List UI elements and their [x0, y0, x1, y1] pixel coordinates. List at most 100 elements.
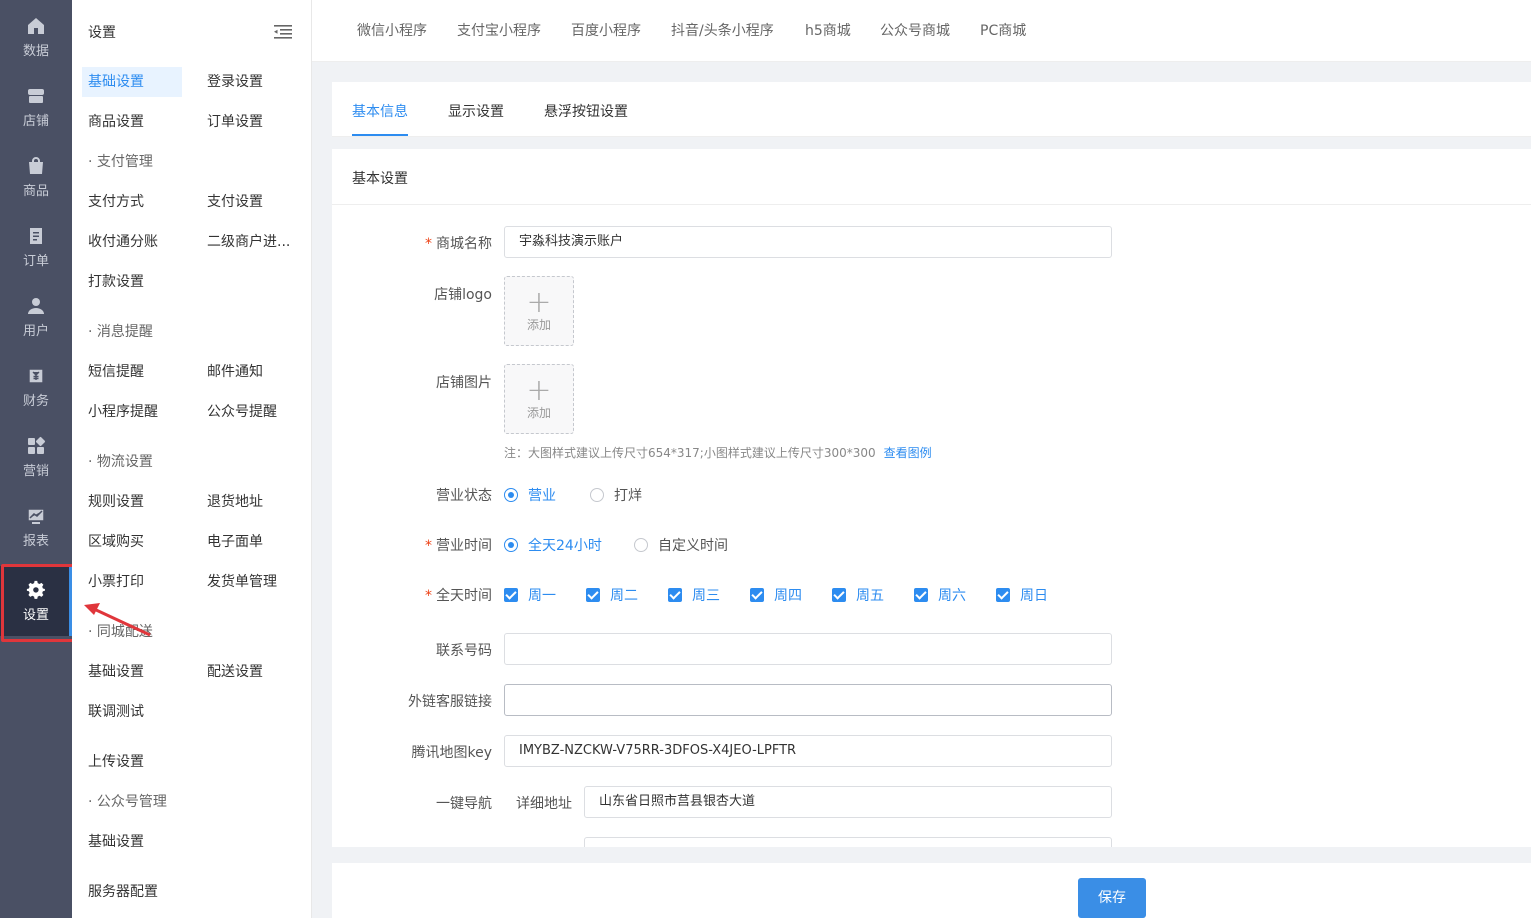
status-closed-radio[interactable]: 打烊	[590, 485, 642, 505]
submenu-item-basic-settings[interactable]: 基础设置	[82, 67, 182, 97]
mall-name-input[interactable]: 宇淼科技演示账户	[504, 226, 1112, 258]
channel-tab-pc[interactable]: PC商城	[980, 20, 1026, 40]
hours-custom-label: 自定义时间	[658, 538, 728, 554]
view-example-link[interactable]: 查看图例	[884, 446, 932, 460]
submenu-item-upload-settings[interactable]: 上传设置	[82, 747, 182, 777]
submenu-item-area-purchase[interactable]: 区域购买	[82, 527, 182, 557]
rail-item-finance[interactable]: 财务	[0, 352, 72, 422]
hours-allday-radio[interactable]: 全天24小时	[504, 535, 602, 555]
day-checkbox-sat[interactable]: 周六	[914, 585, 966, 605]
day-checkbox-fri[interactable]: 周五	[832, 585, 884, 605]
image-size-note: 注：大图样式建议上传尺寸654*317;小图样式建议上传尺寸300*300 查看图…	[504, 444, 932, 461]
rail-item-user[interactable]: 用户	[0, 282, 72, 352]
rail-item-label: 用户	[22, 323, 49, 339]
business-hours-label: * 营业时间	[425, 538, 492, 554]
logo-upload-button[interactable]: + 添加	[504, 276, 574, 346]
channel-tab-official[interactable]: 公众号商城	[880, 20, 950, 40]
rail-item-label: 店铺	[22, 113, 49, 129]
submenu-item-transfer-settings[interactable]: 打款设置	[82, 267, 182, 297]
phone-input[interactable]	[504, 633, 1112, 665]
coordinates-input[interactable]	[584, 837, 1112, 847]
channel-tab-baidu[interactable]: 百度小程序	[571, 20, 641, 40]
day-checkbox-tue[interactable]: 周二	[586, 585, 638, 605]
tab-basic-info[interactable]: 基本信息	[352, 101, 408, 121]
submenu-title: 设置	[88, 25, 116, 41]
basic-settings-panel: 基本设置 * 商城名称 宇淼科技演示账户 店铺logo + 添加 店铺图片 + 添…	[332, 149, 1531, 847]
submenu-item-product-settings[interactable]: 商品设置	[82, 107, 182, 137]
submenu-item-server-config[interactable]: 服务器配置	[82, 877, 182, 907]
radio-dot	[504, 538, 518, 552]
day-checkbox-wed[interactable]: 周三	[668, 585, 720, 605]
submenu-item-sms-reminder[interactable]: 短信提醒	[82, 357, 182, 387]
submenu-item-e-waybill[interactable]: 电子面单	[201, 527, 301, 557]
radio-dot	[634, 538, 648, 552]
channel-tab-douyin[interactable]: 抖音/头条小程序	[671, 20, 774, 40]
channel-tab-h5[interactable]: h5商城	[805, 20, 851, 40]
checkbox-box	[668, 588, 682, 602]
collapse-menu-icon[interactable]	[274, 24, 292, 40]
cs-link-input[interactable]	[504, 684, 1112, 716]
tab-display-settings[interactable]: 显示设置	[448, 101, 504, 121]
mall-name-label: * 商城名称	[425, 236, 492, 252]
upload-add-label: 添加	[526, 405, 551, 420]
status-open-radio[interactable]: 营业	[504, 485, 556, 505]
checkbox-box	[832, 588, 846, 602]
submenu-item-official-reminder[interactable]: 公众号提醒	[201, 397, 301, 427]
day-checkbox-mon[interactable]: 周一	[504, 585, 556, 605]
day-checkbox-thu[interactable]: 周四	[750, 585, 802, 605]
submenu-item-receipt-print[interactable]: 小票打印	[82, 567, 182, 597]
address-label: 详细地址	[516, 796, 572, 812]
section-title: 基本设置	[352, 171, 408, 187]
annotation-highlight-box	[1, 564, 78, 642]
day-label: 周一	[528, 588, 556, 604]
hours-custom-radio[interactable]: 自定义时间	[634, 535, 728, 555]
rail-item-marketing[interactable]: 营销	[0, 422, 72, 492]
submenu-item-official-basic[interactable]: 基础设置	[82, 827, 182, 857]
submenu-item-shipping-manage[interactable]: 发货单管理	[201, 567, 301, 597]
rail-item-data[interactable]: 数据	[0, 2, 72, 72]
submenu-item-payment-method[interactable]: 支付方式	[82, 187, 182, 217]
form-footer: 保存	[332, 863, 1531, 918]
status-open-label: 营业	[528, 488, 556, 504]
channel-tab-alipay[interactable]: 支付宝小程序	[457, 20, 541, 40]
bag-icon	[29, 156, 43, 174]
map-key-input[interactable]: IMYBZ-NZCKW-V75RR-3DFOS-X4JEO-LPFTR	[504, 735, 1112, 767]
submenu-item-login-settings[interactable]: 登录设置	[201, 67, 301, 97]
day-label: 周六	[938, 588, 966, 604]
submenu-item-sub-merchant[interactable]: 二级商户进...	[201, 227, 301, 257]
day-label: 周日	[1020, 588, 1048, 604]
rail-item-store[interactable]: 店铺	[0, 72, 72, 142]
main-nav-rail: 数据 店铺 商品 订单 用户 财务 营销 报表 设置	[0, 0, 72, 918]
channel-tab-wechat[interactable]: 微信小程序	[357, 20, 427, 40]
radio-dot	[590, 488, 604, 502]
save-button[interactable]: 保存	[1078, 878, 1146, 918]
cs-link-label: 外链客服链接	[408, 694, 492, 710]
submenu-item-rule-settings[interactable]: 规则设置	[82, 487, 182, 517]
map-key-label: 腾讯地图key	[411, 745, 492, 761]
store-image-label: 店铺图片	[436, 375, 492, 391]
logo-label: 店铺logo	[434, 287, 492, 303]
store-image-upload-button[interactable]: + 添加	[504, 364, 574, 434]
submenu-item-split-account[interactable]: 收付通分账	[82, 227, 182, 257]
rail-item-order[interactable]: 订单	[0, 212, 72, 282]
rail-item-product[interactable]: 商品	[0, 142, 72, 212]
rail-item-report[interactable]: 报表	[0, 492, 72, 562]
channel-tabs: 微信小程序 支付宝小程序 百度小程序 抖音/头条小程序 h5商城 公众号商城 P…	[312, 0, 1531, 62]
settings-subtabs: 基本信息 显示设置 悬浮按钮设置	[332, 82, 1531, 137]
submenu-group-logistics: · 物流设置	[88, 454, 153, 470]
submenu-item-return-address[interactable]: 退货地址	[201, 487, 301, 517]
submenu-item-delivery-settings[interactable]: 配送设置	[201, 657, 301, 687]
submenu-item-city-basic[interactable]: 基础设置	[82, 657, 182, 687]
rail-item-label: 营销	[22, 463, 49, 479]
submenu-item-payment-settings[interactable]: 支付设置	[201, 187, 301, 217]
day-checkbox-sun[interactable]: 周日	[996, 585, 1048, 605]
address-input[interactable]: 山东省日照市莒县银杏大道	[584, 786, 1112, 818]
settings-submenu: 设置 基础设置 登录设置 商品设置 订单设置 · 支付管理 支付方式 支付设置 …	[72, 0, 312, 918]
tab-float-button[interactable]: 悬浮按钮设置	[544, 101, 628, 121]
rail-item-label: 数据	[22, 43, 49, 59]
rail-item-label: 财务	[22, 393, 49, 409]
submenu-item-miniapp-reminder[interactable]: 小程序提醒	[82, 397, 182, 427]
submenu-item-joint-test[interactable]: 联调测试	[82, 697, 182, 727]
submenu-item-email-notice[interactable]: 邮件通知	[201, 357, 301, 387]
submenu-item-order-settings[interactable]: 订单设置	[201, 107, 301, 137]
